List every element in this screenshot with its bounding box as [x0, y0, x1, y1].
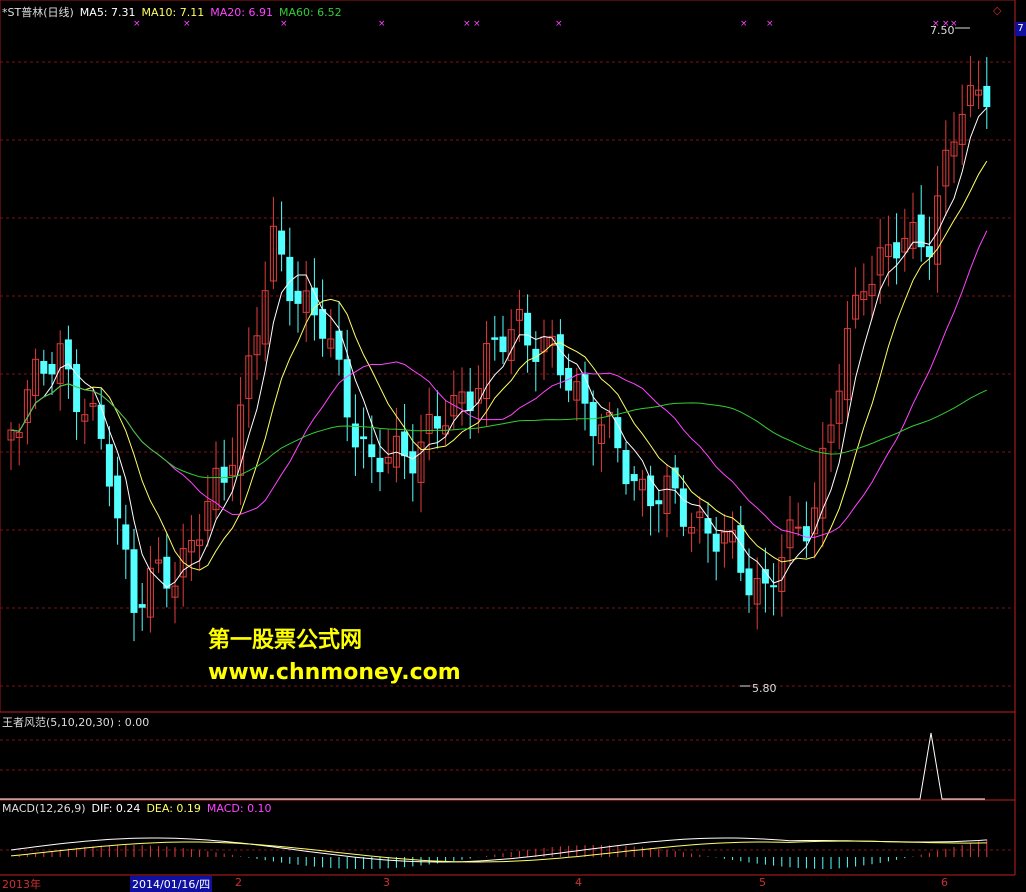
ma60-label: MA60: 6.52: [278, 6, 342, 19]
cursor-date-label: 2014/01/16/四: [130, 876, 213, 892]
candle-body: [163, 556, 171, 589]
candle-body: [114, 475, 122, 519]
candle-body: [220, 466, 228, 483]
candle-body: [122, 524, 130, 550]
candle-body: [647, 475, 655, 507]
candle-body: [351, 423, 359, 448]
candle-body: [983, 85, 991, 108]
signal-marker: ×: [555, 19, 563, 29]
candle-body: [278, 230, 286, 255]
candle-body: [294, 290, 302, 304]
axis-month-6: 6: [941, 876, 948, 889]
candle-body: [433, 416, 441, 429]
candle-body: [802, 526, 810, 542]
candle-body: [794, 526, 802, 529]
signal-marker: ×: [378, 19, 386, 29]
axis-month-5: 5: [759, 876, 766, 889]
candle-body: [376, 457, 384, 473]
candle-body: [893, 242, 901, 259]
candle-body: [368, 444, 376, 458]
candle-body: [581, 374, 589, 404]
dea-line: [10, 840, 987, 863]
candle-body: [737, 525, 745, 573]
diamond-icon[interactable]: ◇: [993, 4, 1001, 17]
candle-body: [286, 256, 294, 302]
candle-body: [130, 549, 138, 613]
axis-month-4: 4: [575, 876, 582, 889]
signal-marker: ×: [766, 19, 774, 29]
candle-body: [712, 533, 720, 552]
scale-box[interactable]: 7: [1015, 22, 1026, 36]
signal-marker: ×: [740, 19, 748, 29]
candle-body: [770, 585, 778, 588]
candle-body: [409, 451, 417, 474]
indicator-line: [0, 732, 985, 800]
axis-month-3: 3: [383, 876, 390, 889]
watermark-title: 第一股票公式网: [208, 628, 363, 653]
candle-body: [925, 246, 933, 258]
candle-body: [491, 337, 499, 340]
candle-body: [622, 450, 630, 485]
ma20-line: [10, 230, 988, 538]
candle-body: [401, 431, 409, 457]
watermark-url: www.chnmoney.com: [208, 660, 461, 685]
macd-legend: MACD(12,26,9) DIF: 0.24 DEA: 0.19 MACD: 0.1…: [2, 802, 278, 815]
main-panel-frame: [0, 0, 1016, 713]
low-price-label: 5.80: [752, 682, 777, 695]
candle-body: [679, 488, 687, 527]
candle-body: [48, 364, 56, 375]
macd-value-label: MACD: 0.10: [206, 802, 272, 815]
signal-marker: ×: [133, 19, 141, 29]
signal-marker: ×: [463, 19, 471, 29]
ma60-line: [10, 383, 988, 479]
axis-year-label: 2013年: [2, 878, 41, 891]
signal-marker: ×: [473, 19, 481, 29]
ma5-line: [10, 107, 988, 588]
candle-body: [360, 436, 368, 440]
stock-chart[interactable]: × × × × × × × × × × × ×: [0, 0, 1026, 889]
ma10-line: [10, 160, 988, 571]
wz-legend: 王者风范(5,10,20,30) : 0.00: [2, 716, 150, 729]
candle-body: [524, 312, 532, 346]
candle-body: [745, 568, 753, 596]
candle-body: [499, 336, 507, 353]
candle-body: [655, 500, 663, 505]
ma20-label: MA20: 6.91: [210, 6, 273, 19]
dea-label: DEA: 0.19: [146, 802, 201, 815]
candle-body: [40, 361, 48, 374]
high-price-label: 7.50: [930, 24, 955, 37]
candle-body: [97, 404, 105, 439]
stock-name: *ST普林(日线): [2, 6, 74, 19]
candle-body: [138, 604, 146, 608]
macd-name: MACD(12,26,9): [2, 802, 86, 815]
candle-body: [343, 359, 351, 418]
main-legend: *ST普林(日线) MA5: 7.31 MA10: 7.11 MA20: 6.91 MA…: [2, 4, 348, 20]
candle-body: [319, 308, 327, 339]
ma10-label: MA10: 7.11: [141, 6, 205, 19]
signal-marker: ×: [183, 19, 191, 29]
ma5-label: MA5: 7.31: [79, 6, 136, 19]
axis-month-2: 2: [235, 876, 242, 889]
candle-body: [105, 444, 113, 487]
signal-marker: ×: [280, 19, 288, 29]
dif-label: DIF: 0.24: [91, 802, 141, 815]
candle-body: [630, 474, 638, 482]
candle-body: [556, 334, 564, 376]
